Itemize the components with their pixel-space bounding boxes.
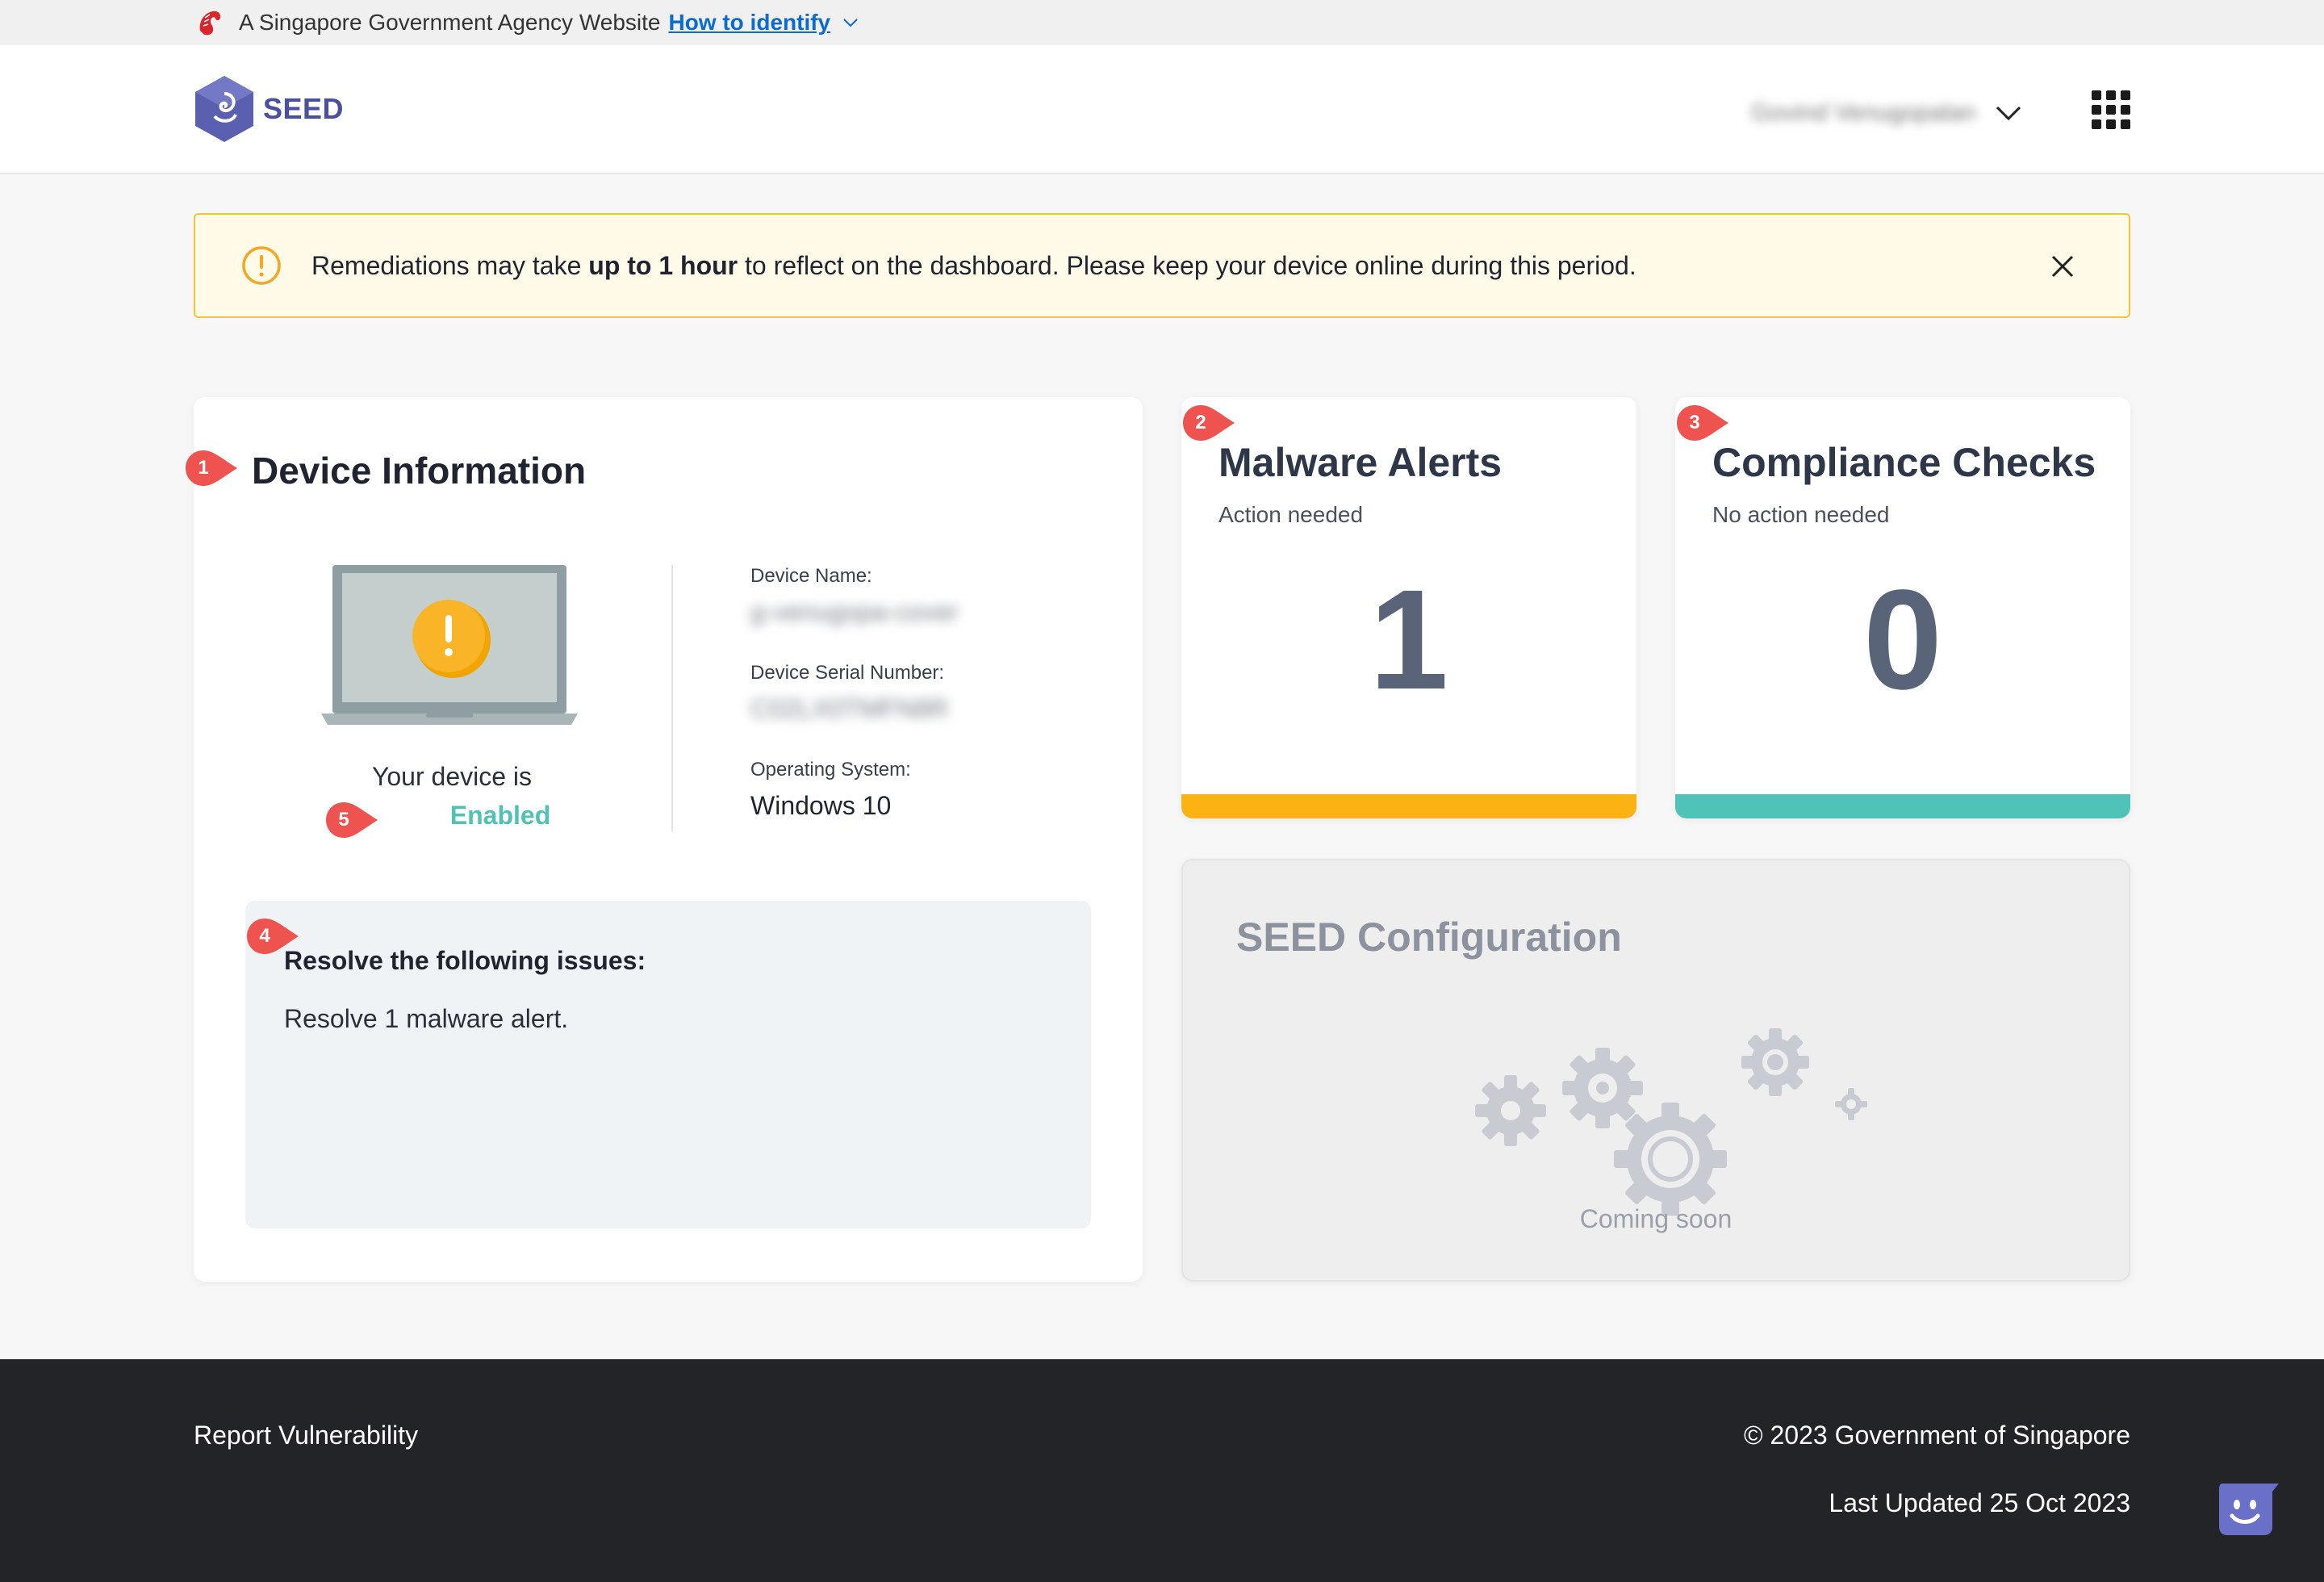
malware-alerts-title: Malware Alerts: [1218, 440, 1503, 485]
masthead-text: A Singapore Government Agency Website: [239, 10, 661, 35]
last-updated-text: Last Updated 25 Oct 2023: [1829, 1488, 2130, 1517]
gov-masthead: A Singapore Government Agency Website Ho…: [0, 0, 2324, 45]
user-menu[interactable]: Govind Venugopalan: [1751, 94, 2025, 132]
seed-configuration-card: SEED Configuration Coming soon: [1181, 859, 2130, 1282]
copyright-text: © 2023 Government of Singapore: [1744, 1421, 2130, 1450]
device-information-title: Device Information: [252, 450, 587, 492]
laptop-warning-icon: [321, 565, 578, 725]
compliance-checks-subtitle: No action needed: [1712, 502, 1890, 527]
seed-configuration-title: SEED Configuration: [1236, 914, 1622, 960]
apps-grid-icon[interactable]: [2092, 90, 2130, 129]
operating-system-field: Operating System: Windows 10: [750, 759, 911, 821]
chevron-down-icon[interactable]: [1992, 97, 2025, 129]
marker-1: 1: [184, 449, 239, 488]
device-serial-field: Device Serial Number: C02LX0TMFN8R: [750, 662, 948, 724]
seed-logo-icon: [195, 76, 253, 142]
notice-text: Remediations may take up to 1 hour to re…: [311, 250, 1636, 280]
divider: [671, 565, 673, 831]
device-name-field: Device Name: g-venugopa-cover: [750, 565, 959, 627]
close-icon[interactable]: [2045, 249, 2080, 284]
compliance-checks-title: Compliance Checks: [1712, 440, 2096, 485]
operating-system-label: Operating System:: [750, 759, 911, 781]
operating-system-value: Windows 10: [750, 791, 892, 820]
marker-2: 2: [1181, 404, 1236, 442]
coming-soon-text: Coming soon: [1579, 1204, 1733, 1233]
warning-circle-icon: [242, 246, 281, 285]
gears-icon: [1475, 1028, 1867, 1216]
chatbot-icon[interactable]: [2216, 1480, 2285, 1538]
device-status-label: Your device is: [371, 762, 533, 791]
site-footer: Report Vulnerability © 2023 Government o…: [0, 1359, 2324, 1582]
device-information-card: 1 Device Information Your device is 5 En…: [186, 397, 1143, 1282]
device-serial-value: C02LX0TMFN8R: [750, 694, 949, 723]
issues-heading: Resolve the following issues:: [284, 946, 646, 975]
device-serial-label: Device Serial Number:: [750, 662, 945, 684]
lion-head-icon: [199, 10, 221, 36]
compliance-checks-card[interactable]: 3 Compliance Checks No action needed 0: [1675, 397, 2130, 818]
malware-alerts-card[interactable]: 2 Malware Alerts Action needed 1: [1181, 397, 1636, 818]
logo-text: SEED: [263, 92, 345, 125]
malware-alerts-subtitle: Action needed: [1218, 502, 1364, 527]
site-header: SEED Govind Venugopalan: [0, 45, 2324, 174]
compliance-checks-count: 0: [1863, 561, 1942, 719]
user-name: Govind Venugopalan: [1751, 99, 1976, 126]
chevron-down-icon[interactable]: [840, 12, 861, 33]
compliance-status-bar: [1675, 794, 2130, 818]
marker-3: 3: [1675, 404, 1730, 442]
malware-alerts-count: 1: [1369, 561, 1448, 719]
issues-panel: 4 Resolve the following issues: Resolve …: [245, 901, 1091, 1228]
report-vulnerability-link[interactable]: Report Vulnerability: [194, 1421, 418, 1450]
how-to-identify-link[interactable]: How to identify: [668, 10, 830, 36]
remediation-notice: Remediations may take up to 1 hour to re…: [194, 213, 2130, 318]
issues-item[interactable]: Resolve 1 malware alert.: [284, 1004, 568, 1034]
device-name-value: g-venugopa-cover: [750, 597, 959, 626]
malware-status-bar: [1181, 794, 1636, 818]
device-name-label: Device Name:: [750, 565, 872, 587]
device-status-value: Enabled: [449, 801, 551, 830]
seed-logo[interactable]: SEED: [192, 74, 344, 144]
